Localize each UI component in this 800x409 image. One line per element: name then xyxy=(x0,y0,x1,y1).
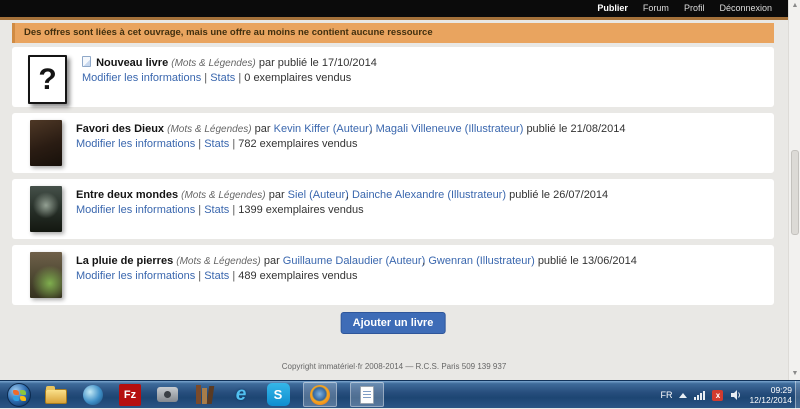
windows-logo-icon xyxy=(13,390,26,401)
windows-taskbar: Fz e S FR x 09:29 12/12/2014 xyxy=(0,380,800,408)
separator: | xyxy=(198,138,201,150)
action-center-icon[interactable]: x xyxy=(712,390,723,401)
book-title: La pluie de pierres xyxy=(76,255,173,267)
book-row: ? Nouveau livre (Mots & Légendes) par pu… xyxy=(12,47,774,107)
scroll-down-arrow-icon[interactable]: ▼ xyxy=(789,368,800,380)
sales-count: 1399 exemplaires vendus xyxy=(238,204,363,216)
book-title: Entre deux mondes xyxy=(76,189,178,201)
book-header-line: Entre deux mondes (Mots & Légendes) par … xyxy=(76,188,608,203)
stats-link[interactable]: Stats xyxy=(204,270,229,282)
book-header-line: Favori des Dieux (Mots & Légendes) par K… xyxy=(76,122,626,137)
edit-info-link[interactable]: Modifier les informations xyxy=(76,138,195,150)
system-tray: FR x 09:29 12/12/2014 xyxy=(660,381,792,409)
book-title: Favori des Dieux xyxy=(76,123,164,135)
par-label: par xyxy=(259,57,275,69)
illustrator-link[interactable]: Gwenran (Illustrateur) xyxy=(428,255,534,267)
book-cover[interactable] xyxy=(30,120,62,166)
separator: | xyxy=(204,72,207,84)
book-links-line: Modifier les informations | Stats | 489 … xyxy=(76,269,637,284)
stats-link[interactable]: Stats xyxy=(210,72,235,84)
network-signal-icon[interactable] xyxy=(694,391,705,400)
author-separator: , xyxy=(369,123,372,135)
sales-count: 0 exemplaires vendus xyxy=(244,72,351,84)
stats-link[interactable]: Stats xyxy=(204,204,229,216)
published-date: publié le 21/08/2014 xyxy=(526,123,625,135)
par-label: par xyxy=(264,255,280,267)
book-links-line: Modifier les informations | Stats | 1399… xyxy=(76,203,608,218)
new-page-icon xyxy=(82,56,91,67)
media-player-icon[interactable] xyxy=(81,383,105,407)
separator: | xyxy=(232,204,235,216)
book-row: La pluie de pierres (Mots & Légendes) pa… xyxy=(12,245,774,305)
separator: | xyxy=(198,270,201,282)
document-app-taskbar-button[interactable] xyxy=(350,382,384,407)
book-cover[interactable] xyxy=(30,186,62,232)
volume-icon[interactable] xyxy=(730,389,742,401)
book-series: (Mots & Légendes) xyxy=(181,190,266,201)
edit-info-link[interactable]: Modifier les informations xyxy=(76,204,195,216)
book-header-line: La pluie de pierres (Mots & Légendes) pa… xyxy=(76,254,637,269)
book-cover-placeholder[interactable]: ? xyxy=(28,55,67,104)
windows-explorer-icon[interactable] xyxy=(44,383,68,407)
illustrator-link[interactable]: Dainche Alexandre (Illustrateur) xyxy=(352,189,506,201)
author-link[interactable]: Siel (Auteur) xyxy=(288,189,349,201)
firefox-taskbar-button[interactable] xyxy=(303,382,337,407)
hidden-icons-caret-icon[interactable] xyxy=(679,393,687,398)
top-navbar: Publier Forum Profil Déconnexion xyxy=(0,0,788,17)
document-icon xyxy=(360,386,374,404)
published-date: publié le 13/06/2014 xyxy=(538,255,637,267)
calibre-library-icon[interactable] xyxy=(192,383,216,407)
firefox-icon xyxy=(310,385,330,405)
separator: | xyxy=(232,270,235,282)
scroll-up-arrow-icon[interactable]: ▲ xyxy=(789,0,800,12)
book-series: (Mots & Légendes) xyxy=(167,124,252,135)
nav-accent-strip xyxy=(0,17,788,20)
book-links-line: Modifier les informations | Stats | 782 … xyxy=(76,137,626,152)
scrollbar-thumb[interactable] xyxy=(791,150,799,235)
nav-item-profil[interactable]: Profil xyxy=(684,0,705,17)
par-label: par xyxy=(269,189,285,201)
warning-banner: Des offres sont liées à cet ouvrage, mai… xyxy=(12,23,774,43)
edit-info-link[interactable]: Modifier les informations xyxy=(76,270,195,282)
nav-item-deconnexion[interactable]: Déconnexion xyxy=(719,0,772,17)
book-row: Favori des Dieux (Mots & Légendes) par K… xyxy=(12,113,774,173)
published-date: publié le 26/07/2014 xyxy=(509,189,608,201)
nav-item-publier[interactable]: Publier xyxy=(597,0,628,17)
separator: | xyxy=(198,204,201,216)
camera-app-icon[interactable] xyxy=(155,383,179,407)
published-date: publié le 17/10/2014 xyxy=(278,57,377,69)
illustrator-link[interactable]: Magali Villeneuve (Illustrateur) xyxy=(376,123,524,135)
separator: | xyxy=(232,138,235,150)
skype-icon[interactable]: S xyxy=(266,383,290,407)
vertical-scrollbar[interactable]: ▲ ▼ xyxy=(788,0,800,380)
edit-info-link[interactable]: Modifier les informations xyxy=(82,72,201,84)
author-separator: , xyxy=(346,189,349,201)
book-series: (Mots & Légendes) xyxy=(176,256,261,267)
book-series: (Mots & Légendes) xyxy=(171,58,256,69)
clock-time: 09:29 xyxy=(749,385,792,395)
book-title: Nouveau livre xyxy=(96,57,168,69)
author-link[interactable]: Kevin Kiffer (Auteur) xyxy=(274,123,373,135)
sales-count: 782 exemplaires vendus xyxy=(238,138,357,150)
language-indicator[interactable]: FR xyxy=(660,390,672,400)
add-book-button[interactable]: Ajouter un livre xyxy=(341,312,446,334)
filezilla-icon[interactable]: Fz xyxy=(118,383,142,407)
internet-explorer-icon[interactable]: e xyxy=(229,383,253,407)
sales-count: 489 exemplaires vendus xyxy=(238,270,357,282)
show-desktop-button[interactable] xyxy=(795,381,800,409)
stats-link[interactable]: Stats xyxy=(204,138,229,150)
par-label: par xyxy=(255,123,271,135)
book-cover[interactable] xyxy=(30,252,62,298)
author-separator: , xyxy=(422,255,425,267)
book-links-line: Modifier les informations | Stats | 0 ex… xyxy=(82,71,377,86)
taskbar-clock[interactable]: 09:29 12/12/2014 xyxy=(749,385,792,405)
book-header-line: Nouveau livre (Mots & Légendes) par publ… xyxy=(82,56,377,71)
book-row: Entre deux mondes (Mots & Légendes) par … xyxy=(12,179,774,239)
separator: | xyxy=(238,72,241,84)
start-button[interactable] xyxy=(7,383,31,407)
author-link[interactable]: Guillaume Dalaudier (Auteur) xyxy=(283,255,425,267)
copyright-footer: Copyright immatériel·fr 2008-2014 — R.C.… xyxy=(0,362,788,371)
clock-date: 12/12/2014 xyxy=(749,395,792,405)
nav-item-forum[interactable]: Forum xyxy=(643,0,669,17)
